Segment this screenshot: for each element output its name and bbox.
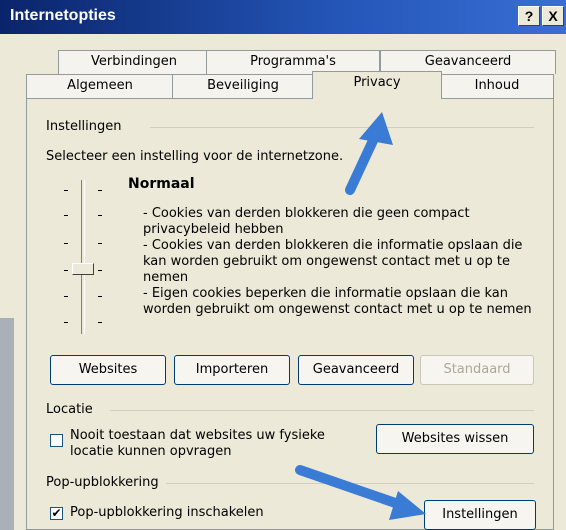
- location-checkbox-label: locatie kunnen opvragen: [70, 444, 232, 459]
- advanced-button[interactable]: Geavanceerd: [298, 355, 414, 385]
- level-description-line: kan worden gebruikt om ongewenst contact…: [143, 254, 510, 269]
- tab-verbindingen[interactable]: Verbindingen: [58, 50, 210, 74]
- slider-tick: [98, 296, 102, 297]
- internet-options-dialog: Internetopties ? X Verbindingen Programm…: [0, 0, 566, 530]
- location-group-label: Locatie: [46, 402, 99, 417]
- clear-websites-button[interactable]: Websites wissen: [376, 424, 534, 454]
- import-button[interactable]: Importeren: [174, 355, 290, 385]
- level-description-line: worden gebruikt om ongewenst contact met…: [143, 302, 532, 317]
- tab-beveiliging[interactable]: Beveiliging: [172, 74, 314, 98]
- zone-description: Selecteer een instelling voor de interne…: [46, 149, 344, 164]
- slider-tick: [98, 243, 102, 244]
- privacy-slider-track[interactable]: [81, 180, 85, 334]
- slider-tick: [98, 215, 102, 216]
- close-button[interactable]: X: [542, 6, 564, 26]
- level-description-line: - Cookies van derden blokkeren die infor…: [143, 238, 523, 253]
- websites-button[interactable]: Websites: [50, 355, 166, 385]
- location-checkbox-label: Nooit toestaan dat websites uw fysieke: [70, 428, 325, 443]
- slider-tick: [64, 322, 68, 323]
- settings-group-label: Instellingen: [46, 119, 128, 134]
- popup-settings-button[interactable]: Instellingen: [424, 500, 536, 530]
- slider-tick: [98, 322, 102, 323]
- popup-group-label: Pop-upblokkering: [46, 475, 165, 490]
- level-description-line: - Cookies van derden blokkeren die geen …: [143, 206, 470, 221]
- help-button[interactable]: ?: [518, 6, 540, 26]
- window-title: Internetopties: [10, 7, 116, 24]
- title-bar[interactable]: Internetopties ? X: [0, 0, 566, 34]
- group-divider: [150, 127, 534, 128]
- tab-algemeen[interactable]: Algemeen: [26, 74, 174, 98]
- slider-tick: [98, 190, 102, 191]
- level-description-line: - Eigen cookies beperken die informatie …: [143, 286, 509, 301]
- privacy-slider-thumb[interactable]: [72, 263, 94, 275]
- privacy-level-title: Normaal: [128, 176, 195, 192]
- tab-privacy[interactable]: Privacy: [312, 71, 442, 99]
- tab-inhoud[interactable]: Inhoud: [440, 74, 554, 98]
- popup-checkbox[interactable]: ✔: [50, 507, 63, 520]
- slider-tick: [64, 243, 68, 244]
- slider-tick: [64, 296, 68, 297]
- slider-tick: [64, 215, 68, 216]
- location-checkbox[interactable]: [50, 434, 63, 447]
- background-window-edge: [0, 318, 14, 530]
- slider-tick: [64, 190, 68, 191]
- group-divider: [166, 483, 534, 484]
- level-description-line: privacybeleid hebben: [143, 222, 284, 237]
- slider-tick: [64, 270, 68, 271]
- default-button[interactable]: Standaard: [420, 355, 534, 385]
- popup-checkbox-label: Pop-upblokkering inschakelen: [70, 505, 264, 520]
- group-divider: [110, 410, 534, 411]
- level-description-line: nemen: [143, 270, 189, 285]
- slider-tick: [98, 270, 102, 271]
